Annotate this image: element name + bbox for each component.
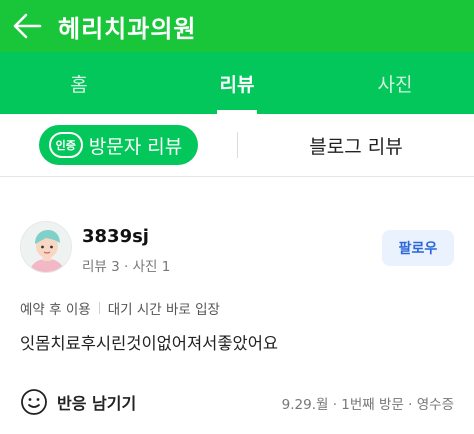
page-title: 헤리치과의원 — [58, 15, 197, 43]
certified-badge-icon: 인증 — [48, 132, 83, 158]
avatar-illustration — [21, 222, 71, 272]
follow-button[interactable]: 팔로우 — [382, 230, 454, 266]
blog-review-tab[interactable]: 블로그 리뷰 — [238, 132, 474, 159]
review-text: 잇몸치료후시린것이없어져서좋았어요 — [20, 334, 279, 353]
review-tags: 예약 후 이용 대기 시간 바로 입장 — [20, 298, 220, 318]
review-item: 3839sj 리뷰 3 · 사진 1 팔로우 예약 후 이용 대기 시간 바로 … — [0, 177, 474, 434]
tab-reviews[interactable]: 리뷰 — [158, 52, 316, 114]
reviewer-stats: 리뷰 3 · 사진 1 — [82, 259, 171, 275]
reviewer-name[interactable]: 3839sj — [82, 226, 149, 247]
tab-photos[interactable]: 사진 — [316, 52, 474, 114]
react-label: 반응 남기기 — [57, 394, 137, 413]
top-app-bar: 헤리치과의원 — [0, 0, 474, 52]
main-tabs: 홈 리뷰 사진 — [0, 52, 474, 114]
back-arrow-icon[interactable] — [12, 12, 42, 40]
tab-home[interactable]: 홈 — [0, 52, 158, 114]
visitor-review-label: 방문자 리뷰 — [88, 135, 183, 158]
tag-separator — [98, 302, 100, 314]
tag-wait-time: 대기 시간 바로 입장 — [107, 302, 220, 318]
visit-info: 9.29.월 · 1번째 방문 · 영수증 — [281, 397, 454, 413]
visitor-review-tab[interactable]: 인증 방문자 리뷰 — [38, 125, 199, 165]
avatar[interactable] — [20, 221, 72, 273]
review-type-tabs: 인증 방문자 리뷰 블로그 리뷰 — [0, 114, 474, 177]
visitor-review-tab-wrap: 인증 방문자 리뷰 — [0, 125, 237, 165]
smile-icon — [21, 389, 47, 415]
react-button[interactable]: 반응 남기기 — [20, 388, 136, 416]
tag-reservation: 예약 후 이용 — [20, 302, 91, 318]
